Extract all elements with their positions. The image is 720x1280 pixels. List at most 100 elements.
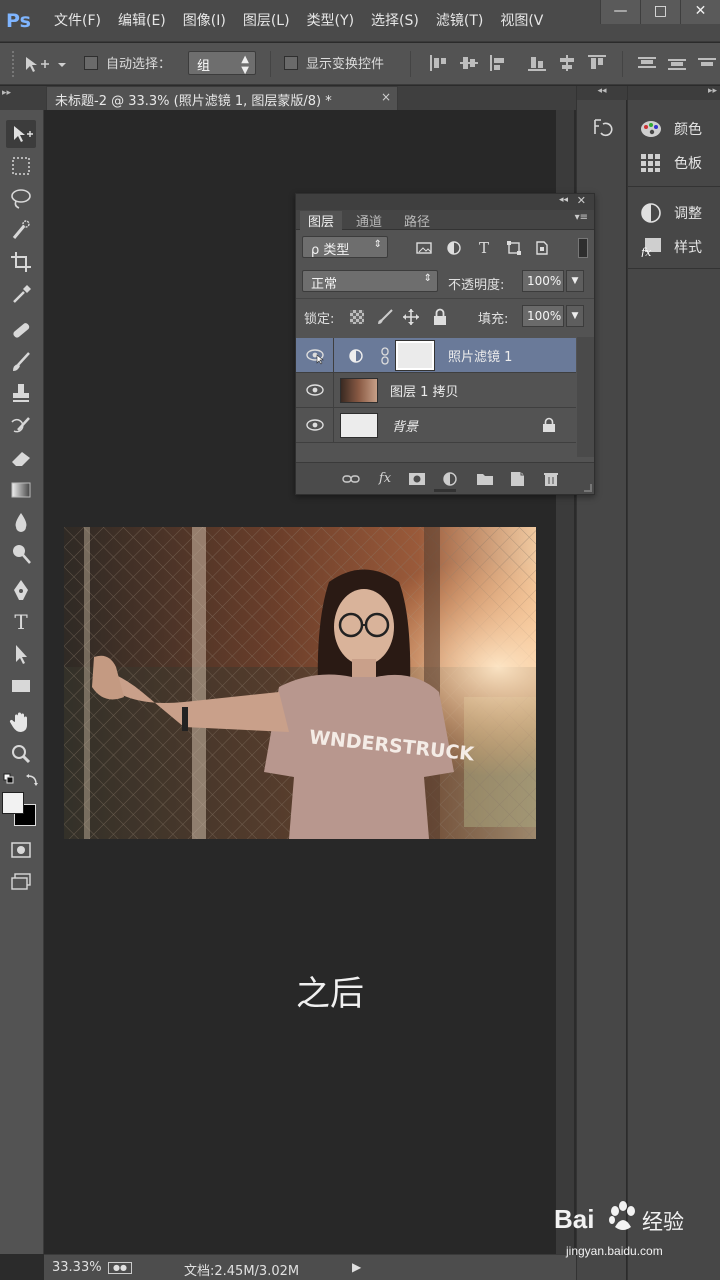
history-panel-icon[interactable] xyxy=(589,116,613,140)
distribute-vcenter-icon[interactable] xyxy=(668,55,686,71)
visibility-eye-icon[interactable] xyxy=(304,415,326,435)
adjustments-panel-button[interactable]: 调整 xyxy=(634,198,718,228)
blur-tool-icon[interactable] xyxy=(6,508,36,536)
show-transform-checkbox[interactable] xyxy=(284,56,298,70)
visibility-eye-icon[interactable] xyxy=(304,380,326,400)
color-swatches-fg-bg[interactable] xyxy=(2,792,38,828)
layer-row[interactable]: 图层 1 拷贝 xyxy=(296,373,576,408)
expand-panels-icon[interactable]: ▸▸ xyxy=(628,86,720,100)
align-top-icon[interactable] xyxy=(430,55,448,71)
dodge-tool-icon[interactable] xyxy=(6,540,36,568)
collapse-column-icon[interactable]: ◂◂ xyxy=(577,86,627,100)
lock-position-move-icon[interactable] xyxy=(402,308,420,326)
screen-mode-icon[interactable] xyxy=(6,868,36,896)
add-mask-icon[interactable] xyxy=(408,471,426,487)
layers-panel-header[interactable]: ◂◂ ✕ xyxy=(296,194,594,210)
minimize-button[interactable]: — xyxy=(600,0,640,24)
brush-tool-icon[interactable] xyxy=(6,348,36,376)
new-group-folder-icon[interactable] xyxy=(476,471,494,487)
layer-thumbnail[interactable] xyxy=(340,378,378,403)
menu-edit[interactable]: 编辑(E) xyxy=(118,10,166,30)
new-layer-icon[interactable] xyxy=(508,471,526,487)
menu-filter[interactable]: 滤镜(T) xyxy=(436,10,483,30)
panel-menu-icon[interactable]: ▾≡ xyxy=(575,212,588,223)
status-info-icon[interactable]: ●● xyxy=(108,1262,132,1274)
menu-view[interactable]: 视图(V xyxy=(500,10,543,30)
tab-paths[interactable]: 路径 xyxy=(396,211,438,230)
status-menu-arrow-icon[interactable]: ▶ xyxy=(352,1260,361,1274)
history-brush-tool-icon[interactable] xyxy=(6,412,36,440)
auto-select-checkbox[interactable] xyxy=(84,56,98,70)
mask-link-chain-icon[interactable] xyxy=(380,347,390,365)
tab-channels[interactable]: 通道 xyxy=(348,211,390,230)
lock-all-icon[interactable] xyxy=(432,308,448,326)
lasso-tool-icon[interactable] xyxy=(6,184,36,212)
align-right-icon[interactable] xyxy=(588,55,606,71)
document-photo[interactable]: WNDERSTRUCK xyxy=(64,527,536,839)
maximize-button[interactable]: □ xyxy=(640,0,680,24)
close-panel-icon[interactable]: ✕ xyxy=(577,194,586,207)
lock-transparency-icon[interactable] xyxy=(350,310,364,324)
align-bottom-icon[interactable] xyxy=(490,55,508,71)
eyedropper-tool-icon[interactable] xyxy=(6,280,36,308)
document-tab[interactable]: 未标题-2 @ 33.3% (照片滤镜 1, 图层蒙版/8) * × xyxy=(46,86,398,110)
swatches-panel-button[interactable]: 色板 xyxy=(634,148,718,178)
healing-brush-tool-icon[interactable] xyxy=(6,316,36,344)
menu-image[interactable]: 图像(I) xyxy=(183,10,226,30)
menu-select[interactable]: 选择(S) xyxy=(371,10,419,30)
visibility-eye-icon[interactable] xyxy=(304,345,326,365)
layer-row[interactable]: 背景 xyxy=(296,408,576,443)
filter-kind-dropdown[interactable]: ρ 类型 ⇕ xyxy=(302,236,388,258)
filter-smart-object-icon[interactable] xyxy=(534,240,550,256)
eraser-tool-icon[interactable] xyxy=(6,444,36,472)
blend-mode-dropdown[interactable]: 正常 ⇕ xyxy=(302,270,438,292)
close-window-button[interactable]: ✕ xyxy=(680,0,720,24)
collapse-toolbar-icon[interactable]: ▸▸ xyxy=(2,88,11,98)
align-left-icon[interactable] xyxy=(528,55,546,71)
menu-file[interactable]: 文件(F) xyxy=(54,10,101,30)
opacity-dropdown-icon[interactable]: ▼ xyxy=(566,270,584,292)
distribute-top-icon[interactable] xyxy=(638,55,656,71)
panel-resize-grip[interactable] xyxy=(434,489,456,492)
layer-mask-thumbnail[interactable] xyxy=(395,340,435,371)
delete-layer-trash-icon[interactable] xyxy=(542,471,560,487)
move-tool-preset-icon[interactable] xyxy=(24,55,68,73)
styles-panel-button[interactable]: fx 样式 xyxy=(634,232,718,262)
pen-tool-icon[interactable] xyxy=(6,576,36,604)
layer-style-fx-icon[interactable]: fx xyxy=(376,471,394,487)
marquee-tool-icon[interactable] xyxy=(6,152,36,180)
gradient-tool-icon[interactable] xyxy=(6,476,36,504)
filter-pixel-icon[interactable] xyxy=(416,240,432,256)
rectangle-tool-icon[interactable] xyxy=(6,672,36,700)
fill-dropdown-icon[interactable]: ▼ xyxy=(566,305,584,327)
quick-select-tool-icon[interactable] xyxy=(6,216,36,244)
layer-thumbnail[interactable] xyxy=(340,413,378,438)
new-adjustment-layer-icon[interactable] xyxy=(442,471,460,487)
filter-toggle-switch[interactable] xyxy=(578,238,588,258)
type-tool-icon[interactable]: T xyxy=(6,608,36,636)
crop-tool-icon[interactable] xyxy=(6,248,36,276)
layer-row[interactable]: 照片滤镜 1 xyxy=(296,338,576,373)
default-swap-colors-icon[interactable] xyxy=(2,772,42,788)
align-vcenter-icon[interactable] xyxy=(460,55,478,71)
zoom-tool-icon[interactable] xyxy=(6,740,36,768)
zoom-level[interactable]: 33.33% xyxy=(52,1260,102,1275)
auto-select-dropdown[interactable]: 组 ▲ ▼ xyxy=(188,51,256,76)
filter-adjustment-icon[interactable] xyxy=(446,240,462,256)
quick-mask-icon[interactable] xyxy=(6,836,36,864)
filter-type-icon[interactable]: T xyxy=(476,240,492,256)
distribute-bottom-icon[interactable] xyxy=(698,55,716,71)
foreground-color-swatch[interactable] xyxy=(2,792,24,814)
lock-pixels-brush-icon[interactable] xyxy=(376,308,394,326)
collapse-panel-icon[interactable]: ◂◂ xyxy=(559,195,568,205)
close-tab-icon[interactable]: × xyxy=(381,90,391,104)
panel-resize-corner-icon[interactable] xyxy=(584,484,592,492)
align-hcenter-icon[interactable] xyxy=(558,55,576,71)
clone-stamp-tool-icon[interactable] xyxy=(6,380,36,408)
hand-tool-icon[interactable] xyxy=(6,708,36,736)
move-tool-icon[interactable] xyxy=(6,120,36,148)
tab-layers[interactable]: 图层 xyxy=(300,211,343,230)
menu-layer[interactable]: 图层(L) xyxy=(243,10,290,30)
fill-field[interactable]: 100% xyxy=(522,305,564,327)
menu-type[interactable]: 类型(Y) xyxy=(307,10,354,30)
